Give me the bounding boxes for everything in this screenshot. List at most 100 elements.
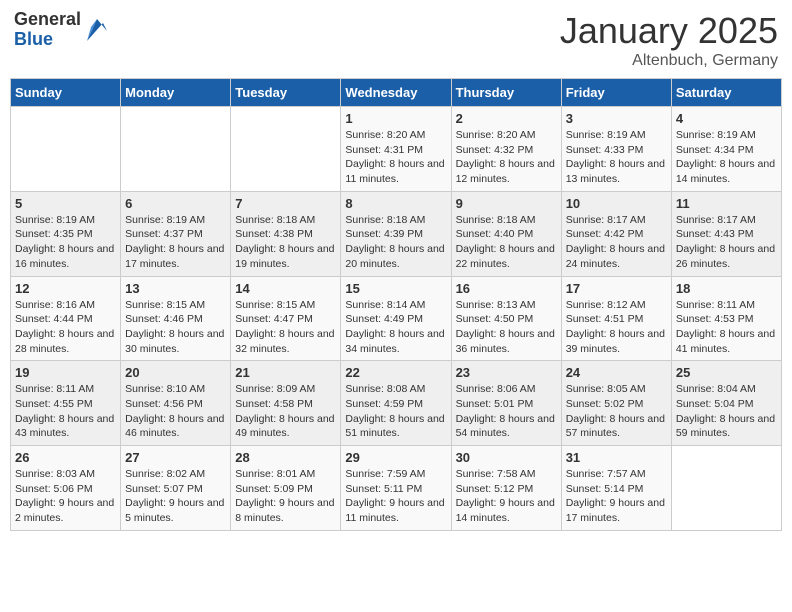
- title-block: January 2025 Altenbuch, Germany: [560, 10, 778, 70]
- day-number: 2: [456, 111, 557, 126]
- day-info: Sunrise: 8:15 AM Sunset: 4:46 PM Dayligh…: [125, 298, 226, 357]
- calendar-cell: 8Sunrise: 8:18 AM Sunset: 4:39 PM Daylig…: [341, 191, 451, 276]
- day-number: 26: [15, 450, 116, 465]
- day-info: Sunrise: 8:04 AM Sunset: 5:04 PM Dayligh…: [676, 382, 777, 441]
- calendar-week-row: 12 Sunrise: 8:16 AM Sunset: 4:44 PM Dayli…: [11, 276, 782, 361]
- day-info: Sunrise: 8:16 AM Sunset: 4:44 PM Dayligh…: [15, 298, 116, 357]
- calendar-header-row: SundayMondayTuesdayWednesdayThursdayFrid…: [11, 79, 782, 107]
- logo-general-text: General: [14, 10, 81, 30]
- day-info: Sunrise: 8:06 AM Sunset: 5:01 PM Dayligh…: [456, 382, 557, 441]
- day-number: 27: [125, 450, 226, 465]
- calendar-cell: 3Sunrise: 8:19 AM Sunset: 4:33 PM Daylig…: [561, 107, 671, 192]
- day-info: Sunrise: 8:19 AM Sunset: 4:35 PM Dayligh…: [15, 213, 116, 272]
- calendar-header-sunday: Sunday: [11, 79, 121, 107]
- day-number: 28: [235, 450, 336, 465]
- day-number: 20: [125, 365, 226, 380]
- day-info: Sunrise: 7:58 AM Sunset: 5:12 PM Dayligh…: [456, 467, 557, 526]
- day-info: Sunrise: 8:17 AM Sunset: 4:43 PM Dayligh…: [676, 213, 777, 272]
- calendar-header-saturday: Saturday: [671, 79, 781, 107]
- calendar-cell: 30 Sunrise: 7:58 AM Sunset: 5:12 PM Dayli…: [451, 446, 561, 531]
- calendar-cell: [121, 107, 231, 192]
- calendar-cell: 23 Sunrise: 8:06 AM Sunset: 5:01 PM Dayli…: [451, 361, 561, 446]
- day-number: 1: [345, 111, 446, 126]
- calendar-cell: 10Sunrise: 8:17 AM Sunset: 4:42 PM Dayli…: [561, 191, 671, 276]
- day-number: 15: [345, 281, 446, 296]
- day-info: Sunrise: 8:15 AM Sunset: 4:47 PM Dayligh…: [235, 298, 336, 357]
- day-number: 24: [566, 365, 667, 380]
- day-info: Sunrise: 7:59 AM Sunset: 5:11 PM Dayligh…: [345, 467, 446, 526]
- logo: General Blue: [14, 10, 107, 50]
- day-number: 6: [125, 196, 226, 211]
- calendar-cell: 15 Sunrise: 8:14 AM Sunset: 4:49 PM Dayli…: [341, 276, 451, 361]
- day-number: 21: [235, 365, 336, 380]
- calendar-cell: 25 Sunrise: 8:04 AM Sunset: 5:04 PM Dayli…: [671, 361, 781, 446]
- calendar-cell: 1Sunrise: 8:20 AM Sunset: 4:31 PM Daylig…: [341, 107, 451, 192]
- day-info: Sunrise: 8:19 AM Sunset: 4:37 PM Dayligh…: [125, 213, 226, 272]
- calendar-cell: 9Sunrise: 8:18 AM Sunset: 4:40 PM Daylig…: [451, 191, 561, 276]
- day-info: Sunrise: 8:13 AM Sunset: 4:50 PM Dayligh…: [456, 298, 557, 357]
- calendar-cell: 7 Sunrise: 8:18 AM Sunset: 4:38 PM Daylig…: [231, 191, 341, 276]
- calendar-cell: 11 Sunrise: 8:17 AM Sunset: 4:43 PM Dayli…: [671, 191, 781, 276]
- calendar-title: January 2025: [560, 10, 778, 52]
- day-info: Sunrise: 8:12 AM Sunset: 4:51 PM Dayligh…: [566, 298, 667, 357]
- day-info: Sunrise: 8:18 AM Sunset: 4:39 PM Dayligh…: [345, 213, 446, 272]
- day-number: 23: [456, 365, 557, 380]
- calendar-cell: 24 Sunrise: 8:05 AM Sunset: 5:02 PM Dayli…: [561, 361, 671, 446]
- day-info: Sunrise: 7:57 AM Sunset: 5:14 PM Dayligh…: [566, 467, 667, 526]
- day-number: 30: [456, 450, 557, 465]
- calendar-cell: 29 Sunrise: 7:59 AM Sunset: 5:11 PM Dayli…: [341, 446, 451, 531]
- day-number: 13: [125, 281, 226, 296]
- calendar-cell: 12 Sunrise: 8:16 AM Sunset: 4:44 PM Dayli…: [11, 276, 121, 361]
- day-info: Sunrise: 8:14 AM Sunset: 4:49 PM Dayligh…: [345, 298, 446, 357]
- day-info: Sunrise: 8:18 AM Sunset: 4:40 PM Dayligh…: [456, 213, 557, 272]
- calendar-cell: [671, 446, 781, 531]
- calendar-week-row: 26 Sunrise: 8:03 AM Sunset: 5:06 PM Dayli…: [11, 446, 782, 531]
- calendar-header-monday: Monday: [121, 79, 231, 107]
- calendar-week-row: 19Sunrise: 8:11 AM Sunset: 4:55 PM Dayli…: [11, 361, 782, 446]
- calendar-week-row: 5 Sunrise: 8:19 AM Sunset: 4:35 PM Daylig…: [11, 191, 782, 276]
- page-header: General Blue January 2025 Altenbuch, Ger…: [10, 10, 782, 70]
- day-number: 17: [566, 281, 667, 296]
- day-number: 31: [566, 450, 667, 465]
- calendar-cell: 18 Sunrise: 8:11 AM Sunset: 4:53 PM Dayli…: [671, 276, 781, 361]
- day-number: 22: [345, 365, 446, 380]
- day-info: Sunrise: 8:03 AM Sunset: 5:06 PM Dayligh…: [15, 467, 116, 526]
- day-info: Sunrise: 8:02 AM Sunset: 5:07 PM Dayligh…: [125, 467, 226, 526]
- day-number: 25: [676, 365, 777, 380]
- calendar-cell: 13 Sunrise: 8:15 AM Sunset: 4:46 PM Dayli…: [121, 276, 231, 361]
- day-number: 14: [235, 281, 336, 296]
- calendar-cell: 16 Sunrise: 8:13 AM Sunset: 4:50 PM Dayli…: [451, 276, 561, 361]
- calendar-cell: 4Sunrise: 8:19 AM Sunset: 4:34 PM Daylig…: [671, 107, 781, 192]
- calendar-cell: 19Sunrise: 8:11 AM Sunset: 4:55 PM Dayli…: [11, 361, 121, 446]
- day-number: 7: [235, 196, 336, 211]
- calendar-header-thursday: Thursday: [451, 79, 561, 107]
- calendar-cell: 31 Sunrise: 7:57 AM Sunset: 5:14 PM Dayli…: [561, 446, 671, 531]
- calendar-table: SundayMondayTuesdayWednesdayThursdayFrid…: [10, 78, 782, 531]
- calendar-cell: 26 Sunrise: 8:03 AM Sunset: 5:06 PM Dayli…: [11, 446, 121, 531]
- day-number: 16: [456, 281, 557, 296]
- day-number: 12: [15, 281, 116, 296]
- calendar-cell: 22Sunrise: 8:08 AM Sunset: 4:59 PM Dayli…: [341, 361, 451, 446]
- day-number: 19: [15, 365, 116, 380]
- calendar-cell: 28 Sunrise: 8:01 AM Sunset: 5:09 PM Dayli…: [231, 446, 341, 531]
- day-number: 5: [15, 196, 116, 211]
- calendar-cell: 27 Sunrise: 8:02 AM Sunset: 5:07 PM Dayli…: [121, 446, 231, 531]
- day-info: Sunrise: 8:20 AM Sunset: 4:32 PM Dayligh…: [456, 128, 557, 187]
- calendar-cell: 20Sunrise: 8:10 AM Sunset: 4:56 PM Dayli…: [121, 361, 231, 446]
- calendar-cell: 21Sunrise: 8:09 AM Sunset: 4:58 PM Dayli…: [231, 361, 341, 446]
- day-number: 29: [345, 450, 446, 465]
- day-number: 18: [676, 281, 777, 296]
- day-info: Sunrise: 8:18 AM Sunset: 4:38 PM Dayligh…: [235, 213, 336, 272]
- calendar-week-row: 1Sunrise: 8:20 AM Sunset: 4:31 PM Daylig…: [11, 107, 782, 192]
- logo-blue-text: Blue: [14, 30, 81, 50]
- calendar-cell: [11, 107, 121, 192]
- day-info: Sunrise: 8:01 AM Sunset: 5:09 PM Dayligh…: [235, 467, 336, 526]
- day-info: Sunrise: 8:11 AM Sunset: 4:53 PM Dayligh…: [676, 298, 777, 357]
- day-info: Sunrise: 8:17 AM Sunset: 4:42 PM Dayligh…: [566, 213, 667, 272]
- calendar-cell: 14 Sunrise: 8:15 AM Sunset: 4:47 PM Dayli…: [231, 276, 341, 361]
- day-number: 11: [676, 196, 777, 211]
- day-number: 4: [676, 111, 777, 126]
- calendar-header-tuesday: Tuesday: [231, 79, 341, 107]
- calendar-header-wednesday: Wednesday: [341, 79, 451, 107]
- day-info: Sunrise: 8:05 AM Sunset: 5:02 PM Dayligh…: [566, 382, 667, 441]
